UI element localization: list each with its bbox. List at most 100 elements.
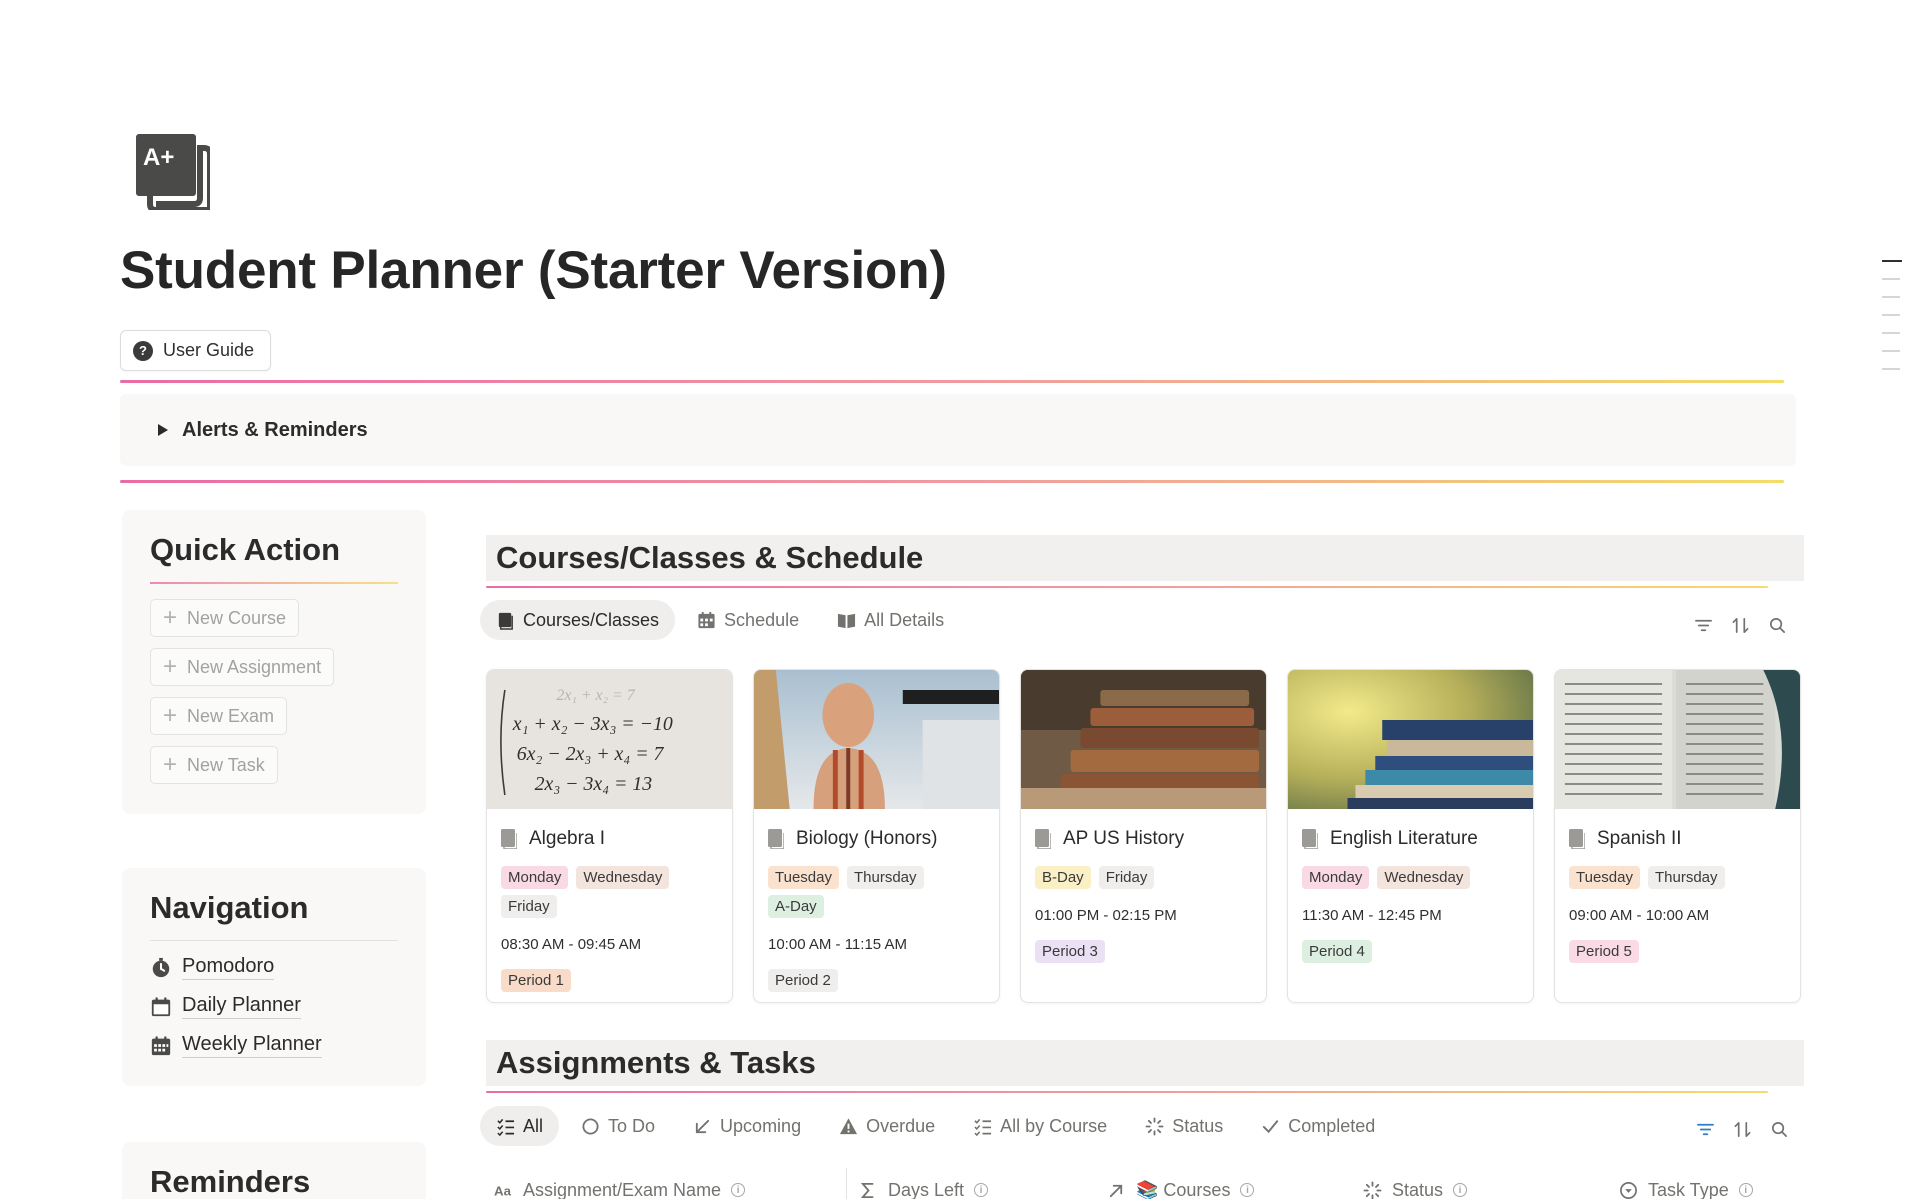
nav-item-daily-planner[interactable]: Daily Planner [150, 994, 398, 1019]
day-tag: Tuesday [768, 866, 839, 889]
page-icon [768, 829, 784, 849]
tab-all-by-course[interactable]: All by Course [957, 1106, 1123, 1146]
course-days: Monday Wednesday [1302, 866, 1521, 889]
table-of-contents[interactable] [1882, 260, 1902, 386]
toc-item[interactable] [1882, 314, 1900, 316]
toc-item[interactable] [1882, 278, 1900, 280]
user-guide-button[interactable]: ? User Guide [120, 330, 272, 371]
page-title: Student Planner (Starter Version) [120, 241, 947, 300]
nav-item-weekly-planner[interactable]: Weekly Planner [150, 1033, 398, 1058]
course-days: Tuesday Thursday [1569, 866, 1788, 889]
nav-item-pomodoro[interactable]: Pomodoro [150, 955, 398, 980]
svg-text:A+: A+ [143, 144, 174, 171]
tab-upcoming[interactable]: Upcoming [677, 1106, 817, 1146]
new-assignment-button[interactable]: + New Assignment [150, 648, 335, 686]
alerts-label: Alerts & Reminders [182, 418, 368, 441]
open-book-icon [838, 613, 856, 628]
toc-item[interactable] [1882, 368, 1900, 370]
alerts-toggle[interactable]: Alerts & Reminders [120, 394, 1796, 466]
reminders-title: Reminders [150, 1164, 311, 1199]
tab-overdue[interactable]: Overdue [823, 1106, 951, 1146]
search-icon[interactable] [1768, 616, 1787, 635]
toggle-triangle-icon [158, 424, 168, 436]
courses-view-tabs: Courses/Classes Schedule All Details [480, 600, 960, 640]
page-icon: A+ [136, 134, 213, 213]
checkmark-icon [1263, 1119, 1279, 1133]
day-tag: Monday [1302, 866, 1370, 889]
plus-icon: + [163, 653, 178, 680]
course-days: B-Day Friday [1035, 866, 1254, 889]
day-tag: Tuesday [1569, 866, 1640, 889]
plus-icon: + [163, 751, 178, 778]
course-time: 11:30 AM - 12:45 PM [1302, 907, 1442, 924]
column-divider [846, 1168, 847, 1199]
warning-icon [840, 1117, 858, 1134]
course-time: 10:00 AM - 11:15 AM [768, 936, 907, 953]
course-days: Tuesday Thursday A-Day [768, 866, 987, 918]
reminders-card: Reminders [122, 1142, 426, 1199]
user-guide-label: User Guide [163, 340, 255, 360]
courses-heading-underline [486, 586, 1768, 588]
navigation-title: Navigation [150, 890, 309, 925]
day-tag: Friday [1098, 866, 1155, 889]
course-card[interactable]: Spanish II Tuesday Thursday 09:00 AM - 10… [1554, 669, 1801, 1003]
course-name: Algebra I [529, 828, 606, 849]
toc-item[interactable] [1882, 332, 1900, 334]
new-course-button[interactable]: + New Course [150, 599, 300, 637]
course-name: AP US History [1063, 828, 1185, 849]
circle-icon [582, 1117, 599, 1135]
arrow-down-left-icon [695, 1119, 710, 1133]
status-icon [1363, 1181, 1382, 1199]
course-period: Period 2 [768, 969, 838, 992]
select-property-icon [1620, 1181, 1637, 1199]
course-card[interactable]: Biology (Honors) Tuesday Thursday A-Day 10… [753, 669, 1000, 1003]
text-property-icon: Aa [494, 1183, 512, 1198]
column-header-days-left[interactable]: Days Left i [859, 1180, 1107, 1199]
day-tag: A-Day [768, 895, 824, 918]
tab-courses-classes[interactable]: Courses/Classes [480, 600, 676, 640]
course-card[interactable]: AP US History B-Day Friday 01:00 PM - 02:… [1020, 669, 1267, 1003]
day-tag: B-Day [1035, 866, 1091, 889]
filter-icon[interactable] [1696, 1120, 1715, 1139]
grade-a-plus-icon: A+ [136, 134, 213, 213]
tab-completed[interactable]: Completed [1245, 1106, 1391, 1146]
new-exam-button[interactable]: + New Exam [150, 697, 288, 735]
column-header-courses[interactable]: 📚 Courses i [1107, 1180, 1363, 1199]
course-days: Monday Wednesday Friday [501, 866, 720, 918]
course-card[interactable]: English Literature Monday Wednesday 11:30… [1287, 669, 1534, 1003]
info-icon[interactable]: i [1738, 1183, 1753, 1197]
svg-text:6x₂ − 2x₃ + x₄ = 7: 6x₂ − 2x₃ + x₄ = 7 [517, 743, 665, 765]
page-icon [1035, 829, 1051, 849]
assignments-toolbar [1696, 1120, 1789, 1139]
course-card[interactable]: 2x₁ + x₂ = 7 x₁ + x₂ − 3x₃ = −10 6x₂ − 2… [486, 669, 733, 1003]
column-header-task-type[interactable]: Task Type i [1619, 1180, 1753, 1199]
assignments-section-heading: Assignments & Tasks [486, 1040, 1804, 1086]
search-icon[interactable] [1770, 1120, 1789, 1139]
toc-item[interactable] [1882, 350, 1900, 352]
divider-bottom [120, 480, 1784, 483]
info-icon[interactable]: i [1240, 1183, 1255, 1197]
navigation-divider [150, 940, 398, 941]
plus-icon: + [163, 702, 178, 729]
tab-status[interactable]: Status [1129, 1106, 1239, 1146]
sort-icon[interactable] [1731, 616, 1750, 635]
info-icon[interactable]: i [1453, 1183, 1468, 1197]
column-header-status[interactable]: Status i [1363, 1180, 1619, 1199]
new-task-button[interactable]: + New Task [150, 746, 278, 784]
tab-all-details[interactable]: All Details [821, 600, 960, 640]
tab-schedule[interactable]: Schedule [681, 600, 815, 640]
filter-icon[interactable] [1694, 616, 1713, 635]
formula-sigma-icon [860, 1182, 874, 1198]
quick-action-divider [150, 582, 398, 584]
toc-item[interactable] [1882, 296, 1900, 298]
tab-all[interactable]: All [480, 1106, 560, 1146]
course-name: Biology (Honors) [796, 828, 938, 849]
tab-to-do[interactable]: To Do [565, 1106, 671, 1146]
toc-item[interactable] [1882, 260, 1902, 262]
svg-text:2x₁ + x₂ = 7: 2x₁ + x₂ = 7 [556, 687, 635, 704]
column-header-name[interactable]: Aa Assignment/Exam Name i [494, 1180, 846, 1199]
checklist-icon [974, 1118, 992, 1136]
sort-icon[interactable] [1733, 1120, 1752, 1139]
info-icon[interactable]: i [731, 1183, 746, 1197]
info-icon[interactable]: i [974, 1183, 989, 1197]
